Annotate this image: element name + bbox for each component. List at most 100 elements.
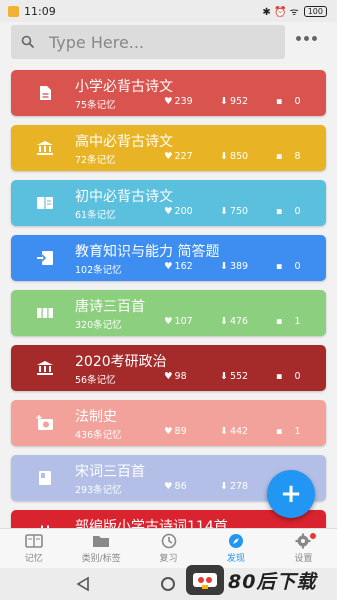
home-icon[interactable]: [161, 577, 175, 591]
clock-icon: [161, 533, 176, 549]
more-options-icon[interactable]: [296, 36, 317, 41]
nav-item-categories[interactable]: 类别/标签: [67, 529, 134, 568]
bank-icon: [36, 140, 54, 156]
compass-icon: [228, 534, 243, 548]
heart-icon: ♥: [164, 206, 173, 217]
likes-stat: ♥ 200: [164, 206, 193, 217]
comments-stat: ▪ 1: [276, 316, 301, 327]
comment-icon: ▪: [276, 96, 283, 107]
downloads-stat: ⬇ 750: [220, 206, 249, 217]
heart-icon: ♥: [164, 261, 173, 272]
add-button[interactable]: +: [267, 470, 315, 518]
deck-count: 56条记忆: [75, 375, 116, 386]
watermark-text: 80后下载: [228, 570, 317, 593]
status-bar: 11:09 ✱ ⏰ ᯤ 100: [0, 0, 337, 22]
heart-icon: ♥: [164, 151, 173, 162]
comments-stat: ▪ 0: [276, 96, 301, 107]
search-row: [0, 22, 337, 62]
download-icon: ⬇: [220, 261, 228, 272]
folder-icon: [93, 536, 110, 547]
deck-title: 唐诗三百首: [75, 299, 145, 315]
comments-stat: ▪ 0: [276, 206, 301, 217]
download-icon: ⬇: [220, 481, 228, 492]
deck-title: 高中必背古诗文: [75, 134, 173, 150]
download-icon: ⬇: [220, 316, 228, 327]
app-notification-icon: [8, 5, 19, 17]
heart-icon: ♥: [164, 316, 173, 327]
download-icon: ⬇: [220, 151, 228, 162]
deck-title: 宋词三百首: [75, 464, 145, 480]
bottom-nav: 记忆 类别/标签 复习 发现 设置: [0, 528, 337, 568]
deck-title: 初中必背古诗文: [75, 189, 173, 205]
deck-count: 436条记忆: [75, 430, 122, 441]
nav-label: 设置: [294, 554, 313, 564]
nav-label: 类别/标签: [81, 554, 121, 564]
deck-card[interactable]: 唐诗三百首 320条记忆 ♥ 107 ⬇ 476 ▪ 1: [11, 290, 326, 336]
deck-card[interactable]: 小学必背古诗文 75条记忆 ♥ 239 ⬇ 952 ▪ 0: [11, 70, 326, 116]
likes-stat: ♥ 107: [164, 316, 193, 327]
watermark-logo-icon: [186, 565, 224, 595]
search-box[interactable]: [11, 25, 285, 59]
deck-card[interactable]: 法制史 436条记忆 ♥ 89 ⬇ 442 ▪ 1: [11, 400, 326, 446]
deck-title: 2020考研政治: [75, 354, 167, 370]
comments-stat: ▪ 0: [276, 371, 301, 382]
likes-stat: ♥ 86: [164, 481, 187, 492]
downloads-stat: ⬇ 952: [220, 96, 249, 107]
deck-count: 75条记忆: [75, 100, 116, 111]
nav-item-review[interactable]: 复习: [135, 529, 202, 568]
deck-card[interactable]: 高中必背古诗文 72条记忆 ♥ 227 ⬇ 850 ▪ 8: [11, 125, 326, 171]
back-icon[interactable]: [76, 576, 90, 592]
comment-icon: ▪: [276, 426, 283, 437]
search-icon: [21, 35, 35, 49]
bank-icon: [36, 360, 54, 376]
columns-icon: [36, 305, 54, 321]
book-icon: [24, 534, 43, 548]
deck-count: 293条记忆: [75, 485, 122, 496]
comment-icon: ▪: [276, 151, 283, 162]
heart-icon: ♥: [164, 96, 173, 107]
likes-stat: ♥ 98: [164, 371, 187, 382]
nav-label: 复习: [159, 554, 178, 564]
nav-item-memory[interactable]: 记忆: [0, 529, 67, 568]
deck-card[interactable]: 2020考研政治 56条记忆 ♥ 98 ⬇ 552 ▪ 0: [11, 345, 326, 391]
download-icon: ⬇: [220, 206, 228, 217]
deck-card[interactable]: 初中必背古诗文 61条记忆 ♥ 200 ⬇ 750 ▪ 0: [11, 180, 326, 226]
download-icon: ⬇: [220, 426, 228, 437]
likes-stat: ♥ 227: [164, 151, 193, 162]
comments-stat: ▪ 8: [276, 151, 301, 162]
nav-item-settings[interactable]: 设置: [270, 529, 337, 568]
downloads-stat: ⬇ 552: [220, 371, 249, 382]
nav-label: 发现: [226, 554, 245, 564]
search-input[interactable]: [49, 32, 249, 52]
comment-icon: ▪: [276, 316, 283, 327]
nav-label: 记忆: [24, 554, 43, 564]
download-icon: ⬇: [220, 96, 228, 107]
deck-count: 72条记忆: [75, 155, 116, 166]
heart-icon: ♥: [164, 371, 173, 382]
deck-card[interactable]: 教育知识与能力 简答题 102条记忆 ♥ 162 ⬇ 389 ▪ 0: [11, 235, 326, 281]
nav-item-discover[interactable]: 发现: [202, 529, 269, 568]
downloads-stat: ⬇ 278: [220, 481, 249, 492]
comment-icon: ▪: [276, 371, 283, 382]
deck-title: 教育知识与能力 简答题: [75, 244, 220, 260]
deck-count: 61条记忆: [75, 210, 116, 221]
plus-icon: +: [280, 479, 302, 509]
comment-icon: ▪: [276, 261, 283, 272]
heart-icon: ♥: [164, 426, 173, 437]
book-icon: [36, 195, 54, 211]
battery-icon: 100: [303, 5, 327, 17]
downloads-stat: ⬇ 442: [220, 426, 249, 437]
status-icons: ✱ ⏰ ᯤ: [262, 7, 299, 18]
heart-icon: ♥: [164, 481, 173, 492]
status-time: 11:09: [24, 4, 56, 18]
deck-count: 102条记忆: [75, 265, 122, 276]
downloads-stat: ⬇ 476: [220, 316, 249, 327]
document-icon: [36, 85, 54, 101]
deck-title: 小学必背古诗文: [75, 79, 173, 95]
likes-stat: ♥ 239: [164, 96, 193, 107]
likes-stat: ♥ 89: [164, 426, 187, 437]
comments-stat: ▪ 0: [276, 261, 301, 272]
deck-title: 法制史: [75, 409, 117, 425]
download-icon: ⬇: [220, 371, 228, 382]
book-closed-icon: [36, 470, 54, 486]
